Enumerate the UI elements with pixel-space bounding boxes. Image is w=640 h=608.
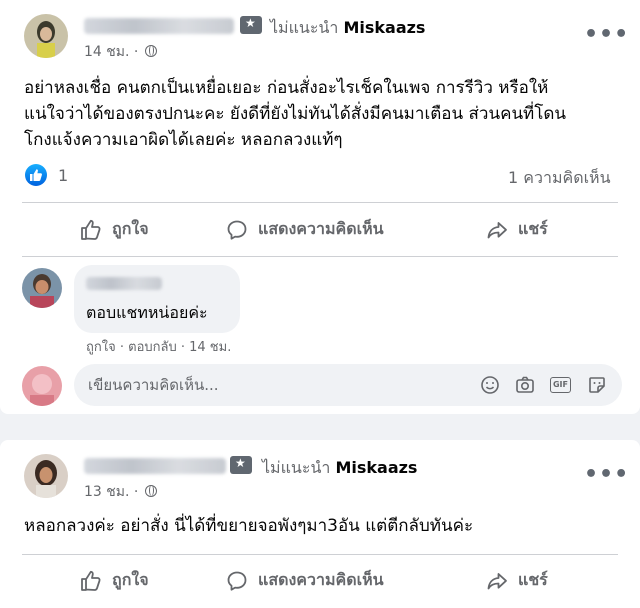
share-label: แชร์ xyxy=(518,570,548,589)
page-name-link[interactable]: Miskaazs xyxy=(335,458,417,477)
page-name-link[interactable]: Miskaazs xyxy=(343,18,425,37)
comment-icon xyxy=(227,571,247,591)
reaction-count[interactable]: 1 xyxy=(58,166,68,185)
camera-icon[interactable] xyxy=(515,375,535,395)
post-time[interactable]: 14 ชม. xyxy=(84,44,129,60)
like-label: ถูกใจ xyxy=(112,219,149,238)
comment-input-box[interactable]: GIF xyxy=(74,364,622,406)
like-reaction-icon[interactable] xyxy=(25,164,47,186)
divider xyxy=(22,256,618,257)
post-time[interactable]: 13 ชม. xyxy=(84,484,129,500)
comment-text: ตอบแชทหน่อยค่ะ xyxy=(86,303,208,322)
post-meta: 13 ชม. · xyxy=(84,481,157,503)
not-recommend-flag-icon xyxy=(230,456,252,474)
reviewer-avatar[interactable] xyxy=(24,454,68,498)
share-icon xyxy=(487,221,507,238)
review-post-1: ไม่แนะนำ Miskaazs 14 ชม. · ••• อย่าหลงเช… xyxy=(0,0,640,414)
comment-like-link[interactable]: ถูกใจ xyxy=(86,340,116,355)
post-text-line: หลอกลวงค่ะ อย่าสั่ง นี่ได้ที่ขยายจอพังๆม… xyxy=(24,516,474,536)
recommendation-line: ไม่แนะนำ Miskaazs xyxy=(270,16,425,41)
comment-bubble: ตอบแชทหน่อยค่ะ xyxy=(74,265,240,333)
divider xyxy=(22,554,618,555)
comment-actions: ถูกใจ · ตอบกลับ · 14 ชม. xyxy=(86,340,232,355)
commenter-name-blurred[interactable] xyxy=(86,277,162,290)
like-button[interactable]: ถูกใจ xyxy=(80,568,149,593)
reviewer-name-blurred[interactable] xyxy=(84,458,226,474)
recommendation-line: ไม่แนะนำ Miskaazs xyxy=(262,456,417,481)
post-body: หลอกลวงค่ะ อย่าสั่ง นี่ได้ที่ขยายจอพังๆม… xyxy=(24,513,624,539)
not-recommend-label: ไม่แนะนำ xyxy=(262,458,331,477)
like-button[interactable]: ถูกใจ xyxy=(80,217,149,242)
globe-icon xyxy=(144,45,157,57)
not-recommend-flag-icon xyxy=(240,16,262,34)
review-post-2: ไม่แนะนำ Miskaazs 13 ชม. · ••• หลอกลวงค่… xyxy=(0,440,640,608)
reviewer-avatar[interactable] xyxy=(24,14,68,58)
post-body: อย่าหลงเชื่อ คนตกเป็นเหยื่อเยอะ ก่อนสั่ง… xyxy=(24,75,624,153)
comment-button[interactable]: แสดงความคิดเห็น xyxy=(226,568,384,593)
share-button[interactable]: แชร์ xyxy=(486,568,548,593)
thumbs-up-icon xyxy=(81,570,101,591)
comment-label: แสดงความคิดเห็น xyxy=(258,219,384,238)
post-text-line: โกงแจ้งความเอาผิดได้เลยค่ะ หลอกลวงแท้ๆ xyxy=(24,130,343,150)
reviewer-name-blurred[interactable] xyxy=(84,18,234,34)
more-options-icon[interactable]: ••• xyxy=(584,22,629,47)
more-options-icon[interactable]: ••• xyxy=(584,462,629,487)
gif-icon[interactable]: GIF xyxy=(550,377,571,393)
sticker-icon[interactable] xyxy=(587,375,607,395)
share-icon xyxy=(487,572,507,589)
post-meta: 14 ชม. · xyxy=(84,41,157,63)
current-user-avatar[interactable] xyxy=(22,366,62,406)
share-button[interactable]: แชร์ xyxy=(486,217,548,242)
like-label: ถูกใจ xyxy=(112,570,149,589)
comment-label: แสดงความคิดเห็น xyxy=(258,570,384,589)
share-label: แชร์ xyxy=(518,219,548,238)
comment-time[interactable]: 14 ชม. xyxy=(189,340,231,355)
post-text-line: อย่าหลงเชื่อ คนตกเป็นเหยื่อเยอะ ก่อนสั่ง… xyxy=(24,78,549,98)
post-text-line: แน่ใจว่าได้ของตรงปกนะคะ ยังดีที่ยังไม่ทั… xyxy=(24,104,567,124)
thumbs-up-icon xyxy=(81,219,101,240)
divider xyxy=(22,202,618,203)
comment-button[interactable]: แสดงความคิดเห็น xyxy=(226,217,384,242)
emoji-icon[interactable] xyxy=(480,375,500,395)
comment-reply-link[interactable]: ตอบกลับ xyxy=(128,340,177,355)
comment-input[interactable] xyxy=(88,373,468,397)
comment-count[interactable]: 1 ความคิดเห็น xyxy=(508,166,611,191)
not-recommend-label: ไม่แนะนำ xyxy=(270,18,339,37)
commenter-avatar[interactable] xyxy=(22,268,62,308)
comment-icon xyxy=(227,220,247,240)
globe-icon xyxy=(144,485,157,497)
